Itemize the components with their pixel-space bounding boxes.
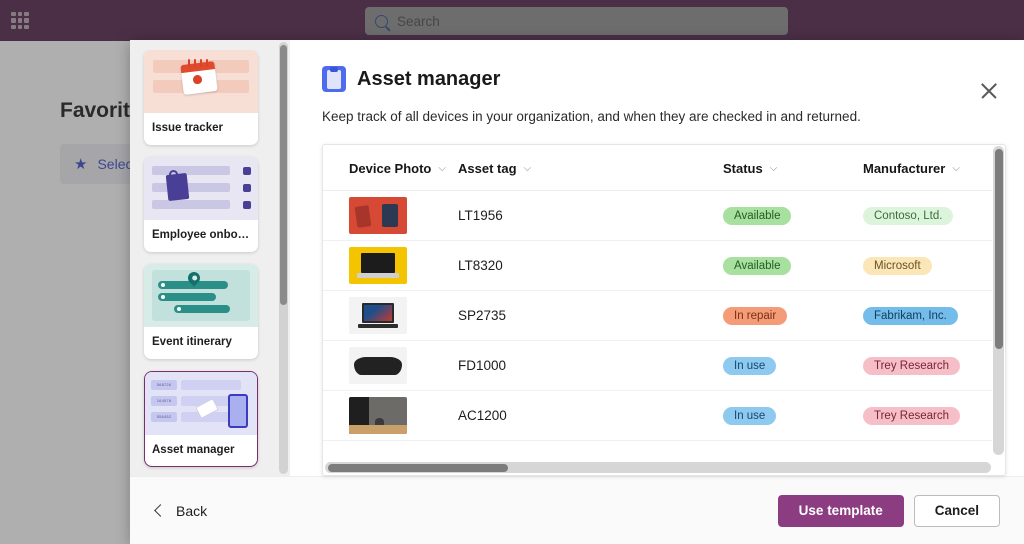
device-photo-cell [323,290,458,341]
table-horizontal-scrollbar[interactable] [325,462,991,473]
template-card-employee-onboarding[interactable]: Employee onbo… [144,157,258,252]
back-button[interactable]: Back [154,502,208,519]
asset-tag-cell: SP2735 [458,290,723,341]
asset-tag-cell: FD1000 [458,340,723,391]
status-badge: In use [723,407,777,425]
table-row[interactable]: AC1200 In use Trey Research [323,390,992,441]
status-badge: Available [723,207,792,225]
manufacturer-badge: Contoso, Ltd. [863,207,954,225]
asset-tag-cell: AC1200 [458,390,723,441]
column-header-label: Manufacturer [863,161,946,176]
status-cell: In use [723,340,863,391]
clipboard-icon [322,66,346,92]
asset-manager-thumbnail-icon: 568726 164578 556452 [145,372,257,435]
table-column-header[interactable]: Manufacturer ⌵ [863,145,992,191]
manufacturer-cell: Fabrikam, Inc. [863,290,992,341]
device-photo-image [349,297,407,334]
table-row[interactable]: LT8320 Available Microsoft [323,240,992,291]
back-button-label: Back [176,502,208,519]
chevron-down-icon[interactable]: ⌵ [952,163,960,174]
manufacturer-badge: Microsoft [863,257,932,275]
chevron-down-icon[interactable]: ⌵ [770,163,778,174]
asset-tag-value: LT1956 [458,207,503,223]
asset-tag-value: LT8320 [458,257,503,273]
column-header-label: Device Photo [349,161,432,176]
column-header-label: Status [723,161,763,176]
manufacturer-badge: Fabrikam, Inc. [863,307,958,325]
chevron-down-icon[interactable]: ⌵ [524,163,532,174]
dialog-title: Asset manager [357,67,501,90]
status-badge: Available [723,257,792,275]
status-badge: In repair [723,307,788,325]
template-card-issue-tracker[interactable]: Issue tracker [144,50,258,145]
status-cell: Available [723,240,863,291]
footer-actions: Use template Cancel [777,494,1000,527]
template-card-label: Event itinerary [152,336,232,348]
template-picker-dialog: Issue tracker Employee onbo… Event itine… [130,40,1024,544]
asset-tag-value: FD1000 [458,357,507,373]
status-badge: In use [723,357,777,375]
dialog-footer: Back Use template Cancel [130,476,1024,544]
template-detail-pane: Asset manager Keep track of all devices … [290,40,1024,476]
template-list-rail: Issue tracker Employee onbo… Event itine… [130,40,290,476]
issue-tracker-thumbnail-icon [144,50,258,113]
cancel-button[interactable]: Cancel [913,494,1000,527]
table-column-header[interactable]: Device Photo ⌵ [323,145,458,191]
device-photo-image [349,397,407,434]
device-photo-image [349,247,407,284]
device-photo-cell [323,340,458,391]
asset-tag-cell: LT1956 [458,190,723,241]
status-cell: In repair [723,290,863,341]
application-root: Favorit ★ Select Search Issue tracker Em… [0,0,1024,544]
device-photo-image [349,347,407,384]
manufacturer-badge: Trey Research [863,357,960,375]
manufacturer-cell: Trey Research [863,390,992,441]
dialog-subtitle: Keep track of all devices in your organi… [322,109,861,124]
template-preview-table: Device Photo ⌵ Asset tag ⌵ Status ⌵ Manufactur… [323,145,992,441]
manufacturer-cell: Trey Research [863,340,992,391]
asset-tag-cell: LT8320 [458,240,723,291]
template-card-event-itinerary[interactable]: Event itinerary [144,264,258,359]
template-preview-table-scroll: Device Photo ⌵ Asset tag ⌵ Status ⌵ Manufactur… [323,145,992,456]
close-icon[interactable] [976,78,1002,104]
template-list-scrollbar[interactable] [279,42,288,474]
device-photo-cell [323,190,458,241]
table-row[interactable]: LT1956 Available Contoso, Ltd. [323,190,992,241]
asset-tag-value: AC1200 [458,407,507,423]
table-column-header[interactable]: Asset tag ⌵ [458,145,723,191]
table-column-header[interactable]: Status ⌵ [723,145,863,191]
dialog-body: Issue tracker Employee onbo… Event itine… [130,40,1024,476]
column-header-label: Asset tag [458,161,517,176]
event-itinerary-thumbnail-icon [144,264,258,327]
device-photo-image [349,197,407,234]
table-row[interactable]: FD1000 In use Trey Research [323,340,992,391]
template-card-asset-manager[interactable]: 568726 164578 556452 Asset manager [144,371,258,467]
use-template-button[interactable]: Use template [777,494,904,527]
table-vertical-scrollbar[interactable] [993,146,1004,455]
manufacturer-badge: Trey Research [863,407,960,425]
asset-tag-value: SP2735 [458,307,507,323]
status-cell: In use [723,390,863,441]
chevron-left-icon [154,504,167,517]
table-header-row: Device Photo ⌵ Asset tag ⌵ Status ⌵ Manufactur… [323,145,992,191]
status-cell: Available [723,190,863,241]
template-card-label: Issue tracker [152,122,223,134]
device-photo-cell [323,390,458,441]
manufacturer-cell: Microsoft [863,240,992,291]
dialog-header: Asset manager [322,66,994,92]
chevron-down-icon[interactable]: ⌵ [438,163,446,174]
template-card-label: Asset manager [152,444,235,456]
employee-onboarding-thumbnail-icon [144,157,258,220]
device-photo-cell [323,240,458,291]
template-card-label: Employee onbo… [152,229,250,241]
template-list: Issue tracker Employee onbo… Event itine… [130,50,290,476]
manufacturer-cell: Contoso, Ltd. [863,190,992,241]
table-body: LT1956 Available Contoso, Ltd. LT8320 Availa… [323,190,992,441]
template-preview-table-card: Device Photo ⌵ Asset tag ⌵ Status ⌵ Manufactur… [322,144,1006,476]
table-row[interactable]: SP2735 In repair Fabrikam, Inc. [323,290,992,341]
